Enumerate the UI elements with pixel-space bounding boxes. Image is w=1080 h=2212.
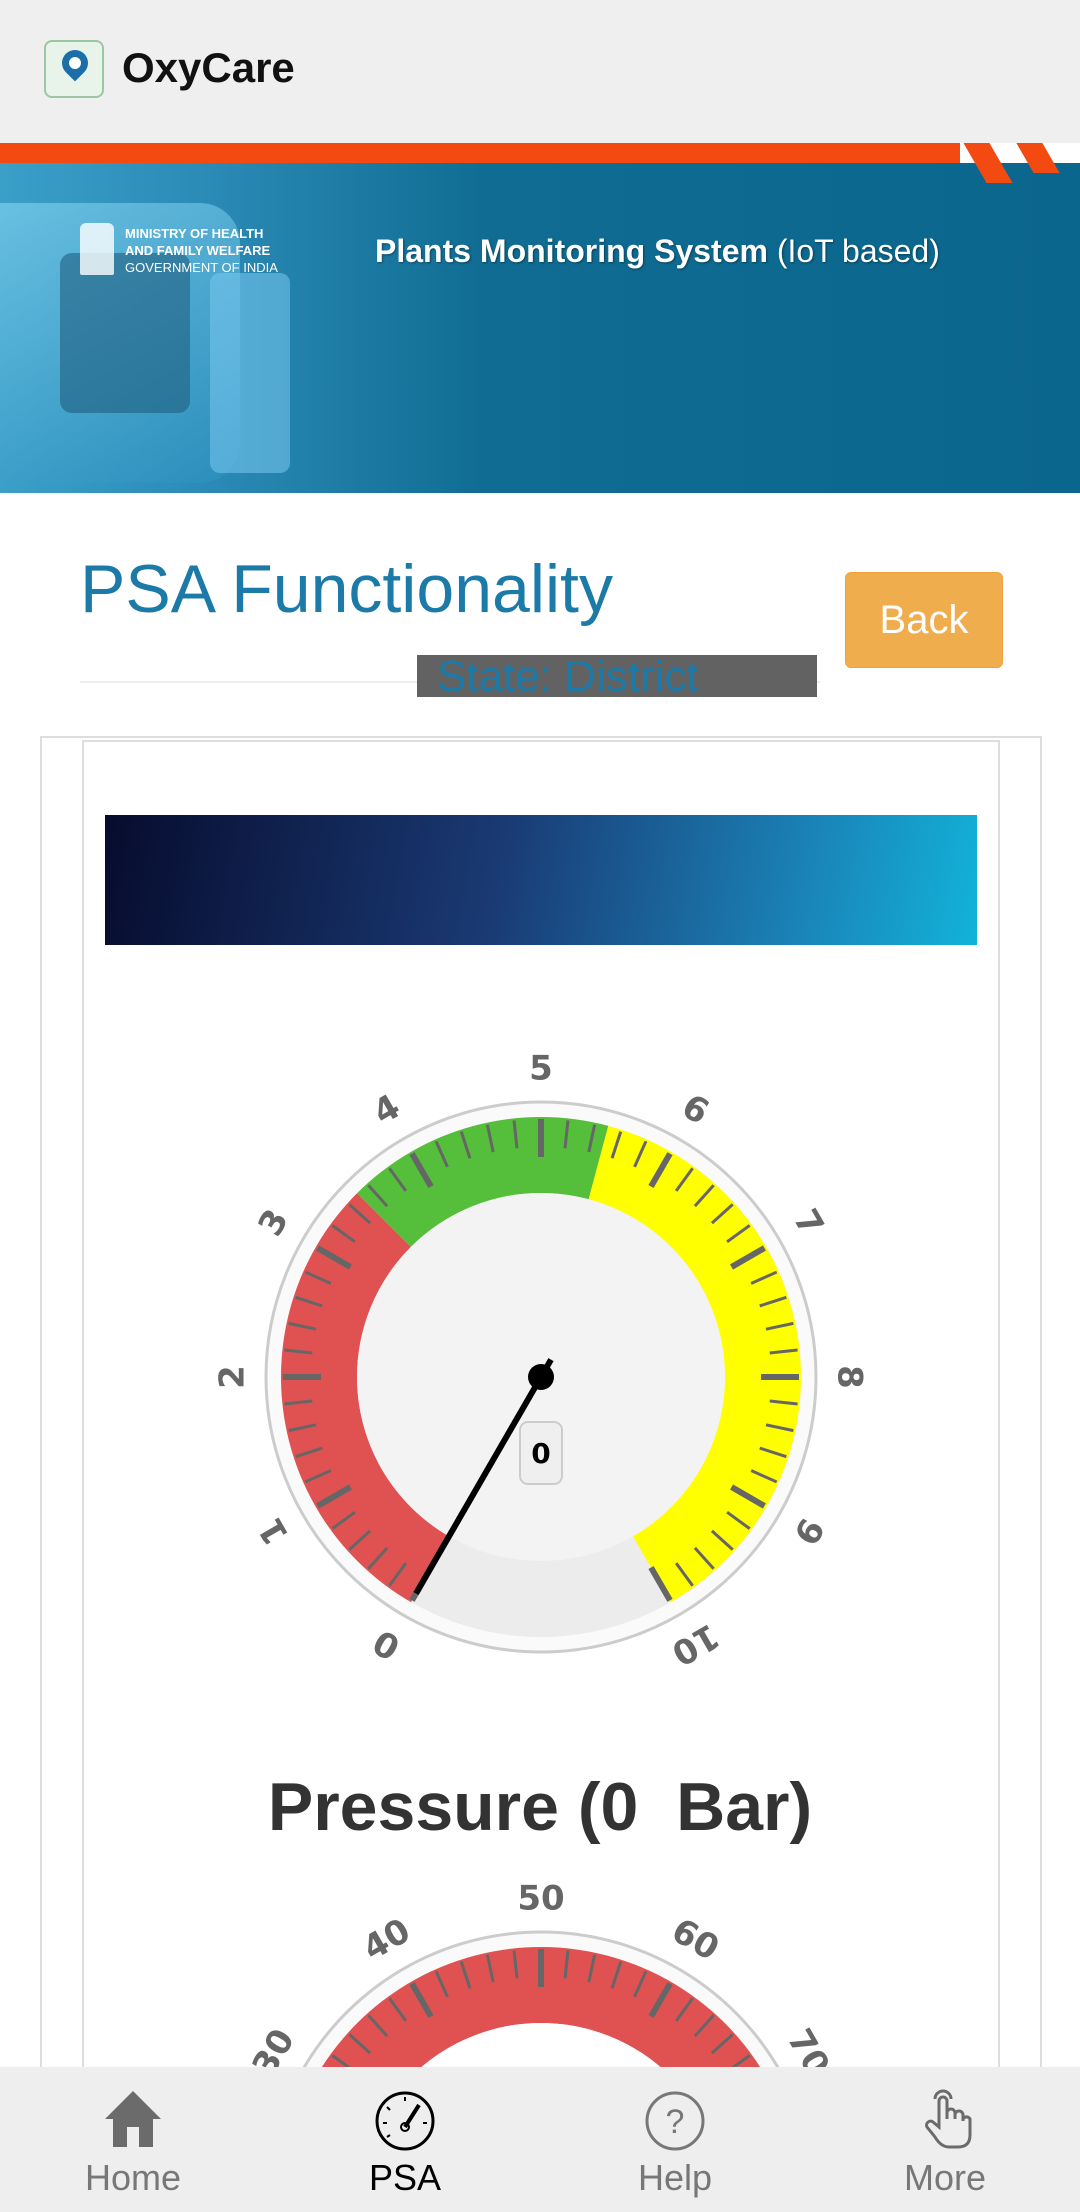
- nav-home[interactable]: Home: [33, 2067, 233, 2212]
- nav-help[interactable]: ? Help: [575, 2067, 775, 2212]
- gauge-tick-label: 8: [830, 1365, 870, 1389]
- speedometer-icon: [375, 2091, 435, 2151]
- gauge-tick-label: 3: [251, 1202, 297, 1243]
- nav-help-label: Help: [637, 2157, 713, 2198]
- gauge-tick-label: 10: [665, 1615, 726, 1673]
- gauge-value-display: 0: [531, 1437, 550, 1470]
- gauges-canvas: 01234567891003040506070: [213, 1049, 870, 2133]
- gauge-tick-label: 1: [251, 1511, 297, 1552]
- nav-more[interactable]: More: [845, 2067, 1045, 2212]
- nav-more-label: More: [903, 2157, 987, 2198]
- gauge-needle-pivot: [528, 1364, 554, 1390]
- nav-psa-label: PSA: [368, 2157, 442, 2198]
- gauge-tick-label: 60: [665, 1911, 726, 1969]
- gauge-tick-label: 50: [517, 1879, 564, 1919]
- help-circle-icon: ?: [645, 2091, 705, 2151]
- nav-home-label: Home: [84, 2157, 182, 2198]
- bottom-nav: Home PSA ? Help More: [0, 2067, 1080, 2212]
- gauge-tick-label: 2: [213, 1365, 253, 1389]
- gauge-tick-label: 7: [785, 1202, 831, 1243]
- tap-hand-icon: [925, 2089, 972, 2149]
- pressure-label: Pressure (0 Bar): [267, 1769, 813, 1845]
- nav-psa[interactable]: PSA: [305, 2067, 505, 2212]
- gauge-tick-label: 5: [529, 1049, 553, 1089]
- home-icon: [105, 2091, 161, 2147]
- gauge-tick-label: 9: [785, 1511, 831, 1552]
- gauge-tick-label: 0: [366, 1621, 407, 1667]
- gauge-tick-label: 6: [675, 1087, 716, 1133]
- svg-text:?: ?: [666, 2103, 685, 2141]
- gauge-tick-label: 4: [366, 1087, 407, 1133]
- gauge-tick-label: 40: [356, 1911, 417, 1969]
